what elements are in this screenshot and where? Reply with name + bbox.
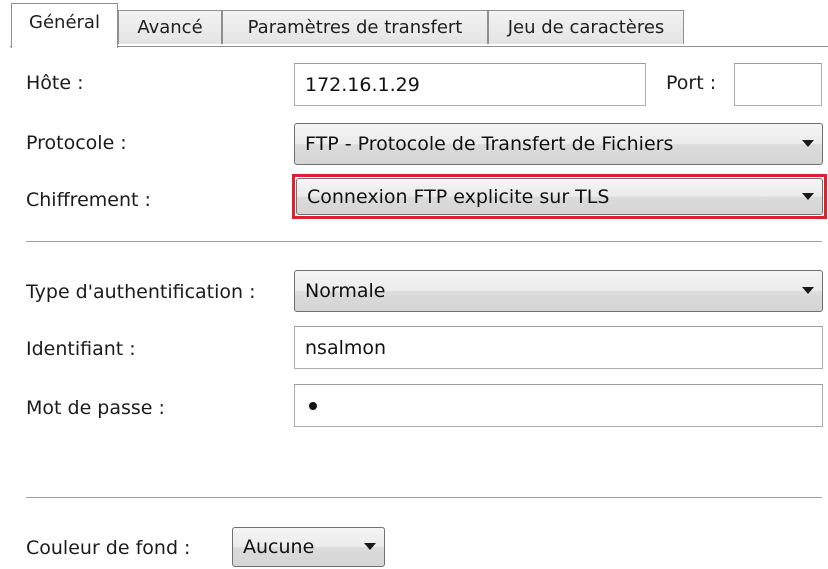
tab-advanced-label: Avancé: [137, 17, 203, 38]
host-label: Hôte :: [26, 72, 84, 94]
username-input[interactable]: nsalmon: [294, 326, 823, 369]
username-label: Identifiant :: [26, 338, 136, 360]
tab-advanced[interactable]: Avancé: [118, 10, 222, 44]
port-label: Port :: [666, 72, 717, 94]
tab-bar: Général Avancé Paramètres de transfert J…: [0, 0, 828, 48]
encryption-value: Connexion FTP explicite sur TLS: [307, 185, 610, 208]
tab-charset[interactable]: Jeu de caractères: [488, 10, 684, 44]
password-input[interactable]: [294, 384, 823, 427]
background-color-label: Couleur de fond :: [26, 537, 191, 559]
chevron-down-icon: [802, 287, 814, 294]
protocol-label: Protocole :: [26, 132, 127, 154]
tab-transfer-settings-label: Paramètres de transfert: [247, 17, 463, 38]
tab-transfer-settings[interactable]: Paramètres de transfert: [222, 10, 488, 44]
chevron-down-icon: [364, 543, 376, 550]
username-value: nsalmon: [305, 336, 387, 359]
protocol-value: FTP - Protocole de Transfert de Fichiers: [305, 133, 674, 155]
auth-type-value: Normale: [305, 280, 386, 302]
host-value: 172.16.1.29: [305, 73, 420, 96]
port-input[interactable]: [734, 63, 822, 106]
background-color-select[interactable]: Aucune: [232, 527, 385, 567]
chevron-down-icon: [802, 192, 814, 200]
encryption-select[interactable]: Connexion FTP explicite sur TLS: [296, 178, 823, 215]
chevron-down-icon: [802, 140, 814, 147]
encryption-label: Chiffrement :: [26, 189, 151, 211]
tab-charset-label: Jeu de caractères: [507, 17, 665, 38]
password-mask-dot: [309, 401, 317, 410]
tab-baseline: [10, 46, 828, 47]
tab-general[interactable]: Général: [11, 3, 118, 48]
password-label: Mot de passe :: [26, 397, 165, 419]
section-divider: [26, 241, 822, 242]
appearance-divider: [26, 497, 822, 498]
protocol-select[interactable]: FTP - Protocole de Transfert de Fichiers: [294, 123, 823, 165]
background-color-value: Aucune: [243, 536, 315, 558]
host-input[interactable]: 172.16.1.29: [294, 63, 646, 106]
auth-type-select[interactable]: Normale: [294, 270, 823, 312]
auth-type-label: Type d'authentification :: [26, 281, 256, 303]
tab-general-label: Général: [29, 11, 100, 33]
